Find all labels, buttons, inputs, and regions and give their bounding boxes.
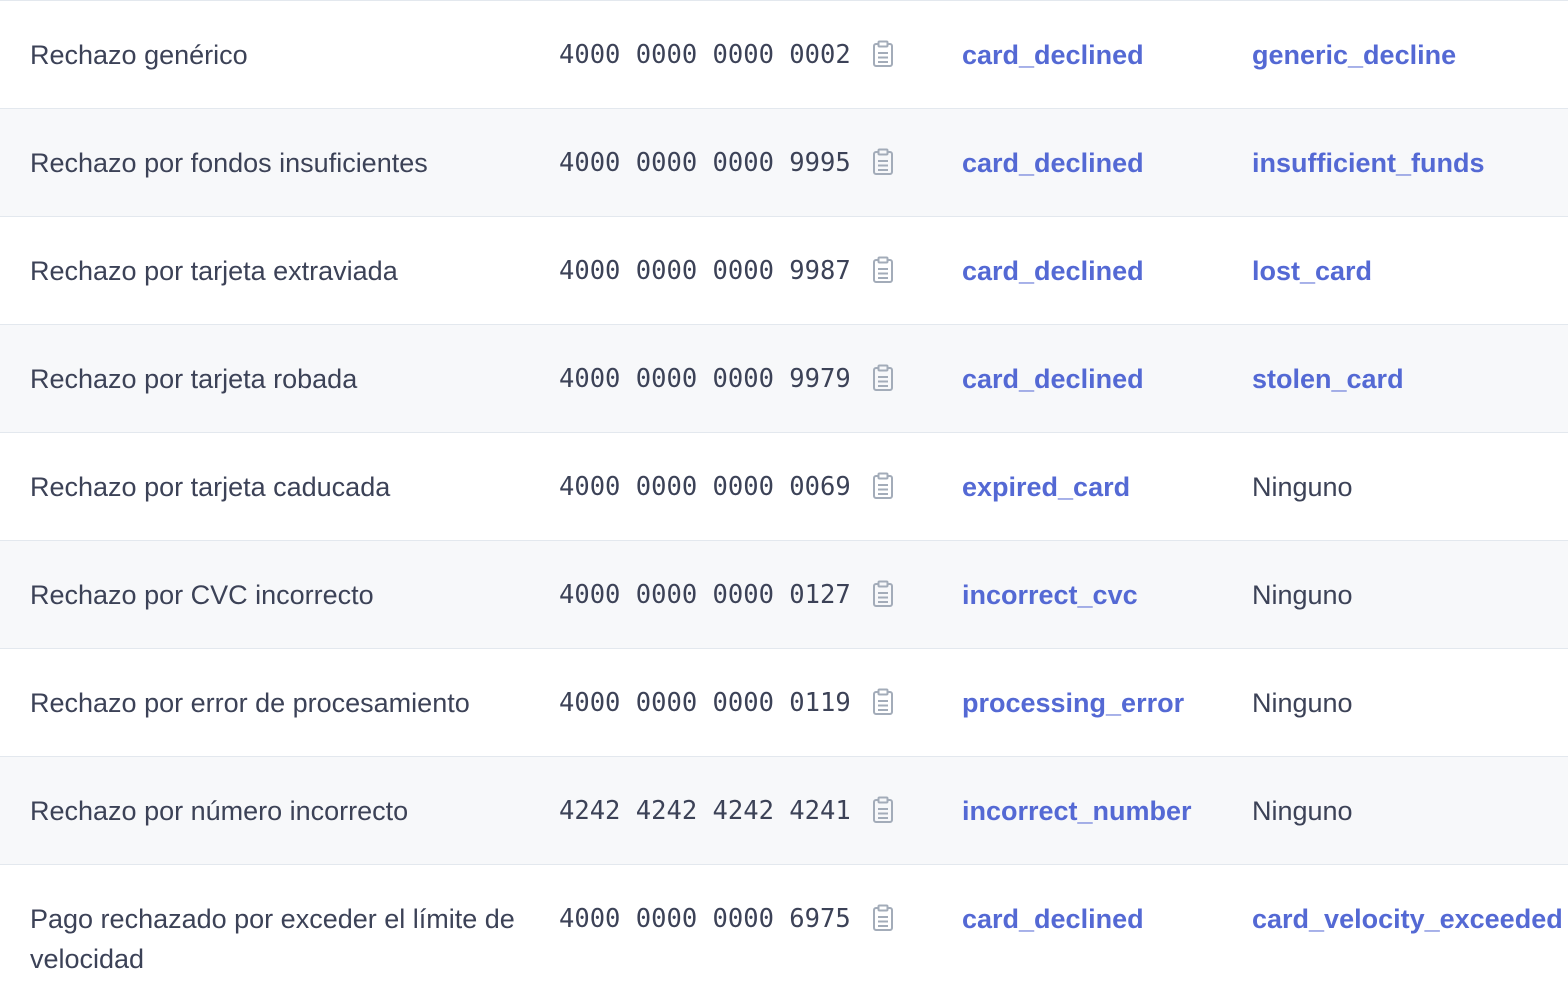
- card-description: Rechazo por tarjeta extraviada: [30, 256, 398, 286]
- card-number: 4000 0000 0000 0002: [559, 40, 851, 70]
- error-code-link[interactable]: processing_error: [962, 683, 1184, 723]
- table-row: Rechazo por tarjeta robada 4000 0000 000…: [0, 324, 1568, 432]
- card-description: Rechazo por tarjeta robada: [30, 364, 358, 394]
- card-description: Rechazo por CVC incorrecto: [30, 580, 374, 610]
- error-code-link[interactable]: card_declined: [962, 143, 1144, 183]
- card-number: 4000 0000 0000 6975: [559, 904, 851, 934]
- clipboard-icon[interactable]: [871, 796, 895, 824]
- decline-code-text: Ninguno: [1252, 688, 1353, 718]
- test-cards-table: Rechazo genérico 4000 0000 0000 0002 car…: [0, 0, 1568, 991]
- table-row: Rechazo por CVC incorrecto 4000 0000 000…: [0, 540, 1568, 648]
- table-row: Rechazo por fondos insuficientes 4000 00…: [0, 108, 1568, 216]
- card-number: 4000 0000 0000 0119: [559, 688, 851, 718]
- card-description: Rechazo por error de procesamiento: [30, 688, 470, 718]
- card-description: Rechazo por número incorrecto: [30, 796, 409, 826]
- clipboard-icon[interactable]: [871, 256, 895, 284]
- clipboard-icon[interactable]: [871, 364, 895, 392]
- table-row: Rechazo por número incorrecto 4242 4242 …: [0, 756, 1568, 864]
- error-code-link[interactable]: expired_card: [962, 467, 1130, 507]
- error-code-link[interactable]: card_declined: [962, 359, 1144, 399]
- card-number: 4000 0000 0000 9979: [559, 364, 851, 394]
- decline-code-link[interactable]: lost_card: [1252, 251, 1372, 291]
- clipboard-icon[interactable]: [871, 688, 895, 716]
- error-code-link[interactable]: incorrect_cvc: [962, 575, 1138, 615]
- card-number: 4000 0000 0000 9987: [559, 256, 851, 286]
- table-row: Rechazo por error de procesamiento 4000 …: [0, 648, 1568, 756]
- decline-code-link[interactable]: insufficient_funds: [1252, 143, 1485, 183]
- card-description: Pago rechazado por exceder el límite de …: [30, 904, 515, 974]
- card-number: 4000 0000 0000 0127: [559, 580, 851, 610]
- error-code-link[interactable]: card_declined: [962, 35, 1144, 75]
- decline-code-link[interactable]: stolen_card: [1252, 359, 1404, 399]
- card-number: 4000 0000 0000 9995: [559, 148, 851, 178]
- table-row: Rechazo por tarjeta caducada 4000 0000 0…: [0, 432, 1568, 540]
- card-description: Rechazo por fondos insuficientes: [30, 148, 428, 178]
- card-number: 4242 4242 4242 4241: [559, 796, 851, 826]
- clipboard-icon[interactable]: [871, 904, 895, 932]
- card-description: Rechazo genérico: [30, 40, 248, 70]
- error-code-link[interactable]: incorrect_number: [962, 791, 1192, 831]
- error-code-link[interactable]: card_declined: [962, 251, 1144, 291]
- clipboard-icon[interactable]: [871, 472, 895, 500]
- table-row: Pago rechazado por exceder el límite de …: [0, 864, 1568, 991]
- decline-code-text: Ninguno: [1252, 472, 1353, 502]
- clipboard-icon[interactable]: [871, 40, 895, 68]
- card-number: 4000 0000 0000 0069: [559, 472, 851, 502]
- decline-code-text: Ninguno: [1252, 580, 1353, 610]
- clipboard-icon[interactable]: [871, 580, 895, 608]
- table-row: Rechazo por tarjeta extraviada 4000 0000…: [0, 216, 1568, 324]
- error-code-link[interactable]: card_declined: [962, 899, 1144, 939]
- decline-code-text: Ninguno: [1252, 796, 1353, 826]
- decline-code-link[interactable]: generic_decline: [1252, 35, 1456, 75]
- decline-code-link[interactable]: card_velocity_exceeded: [1252, 899, 1563, 939]
- card-description: Rechazo por tarjeta caducada: [30, 472, 391, 502]
- clipboard-icon[interactable]: [871, 148, 895, 176]
- table-row: Rechazo genérico 4000 0000 0000 0002 car…: [0, 0, 1568, 108]
